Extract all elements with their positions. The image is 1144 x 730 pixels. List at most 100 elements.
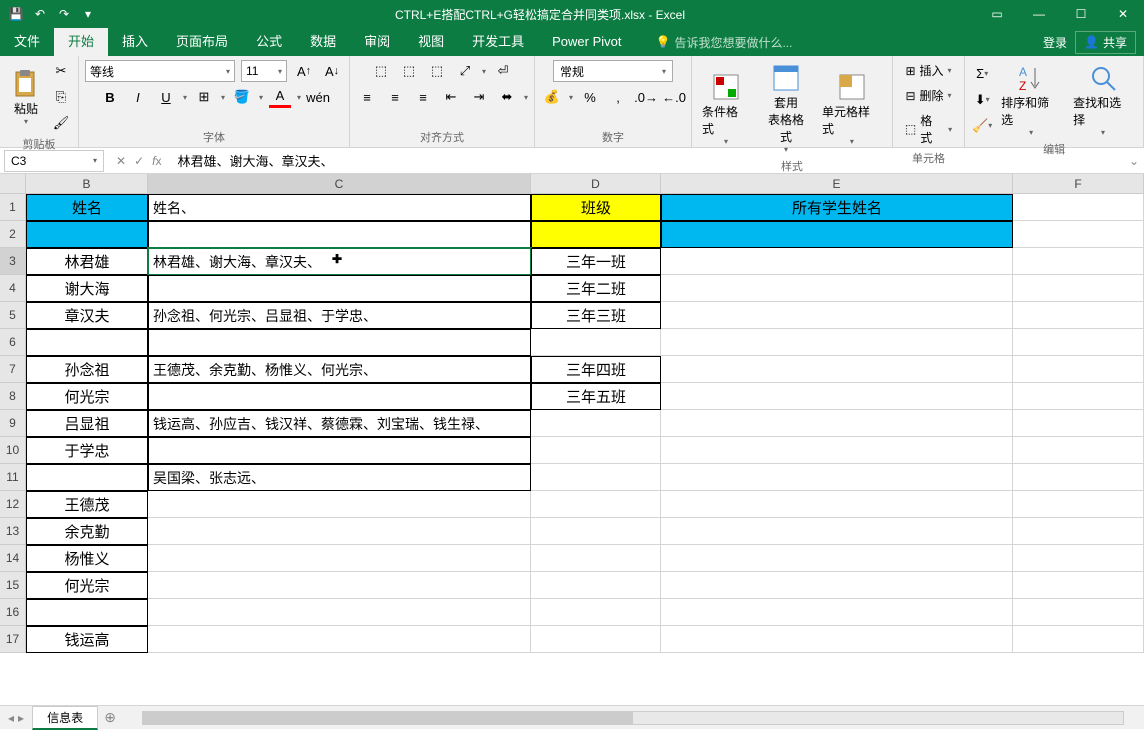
align-bottom-button[interactable]: ⬚ [426,60,448,82]
cell-e4[interactable] [661,275,1013,302]
tab-home[interactable]: 开始 [54,28,108,56]
ribbon-options-icon[interactable]: ▭ [976,0,1018,28]
row-header[interactable]: 2 [0,221,26,248]
cell-d13[interactable] [531,518,661,545]
tab-powerpivot[interactable]: Power Pivot [538,28,635,56]
delete-cells-button[interactable]: ⊟删除▾ [899,85,957,106]
save-icon[interactable]: 💾 [8,6,24,22]
cell-c4[interactable] [148,275,531,302]
cell-e5[interactable] [661,302,1013,329]
tab-data[interactable]: 数据 [296,28,350,56]
wrap-text-button[interactable]: ⏎ [492,60,514,82]
tab-insert[interactable]: 插入 [108,28,162,56]
align-center-button[interactable]: ≡ [384,86,406,108]
cell-b17[interactable]: 钱运高 [26,626,148,653]
row-header[interactable]: 9 [0,410,26,437]
cell-e10[interactable] [661,437,1013,464]
copy-button[interactable]: ⎘ [50,86,72,108]
row-header[interactable]: 6 [0,329,26,356]
cell-f7[interactable] [1013,356,1144,383]
font-size-combo[interactable]: 11▾ [241,60,287,82]
format-cells-button[interactable]: ⬚格式▾ [899,110,958,148]
cell-style-button[interactable]: 单元格样式▾ [818,69,886,148]
cell-e7[interactable] [661,356,1013,383]
cell-f6[interactable] [1013,329,1144,356]
cut-button[interactable]: ✂ [50,60,72,82]
cell-c16[interactable] [148,599,531,626]
cell-e11[interactable] [661,464,1013,491]
cancel-formula-icon[interactable]: ✕ [116,154,126,168]
cell-f17[interactable] [1013,626,1144,653]
cell-f13[interactable] [1013,518,1144,545]
cell-e3[interactable] [661,248,1013,275]
cell-d10[interactable] [531,437,661,464]
cell-f5[interactable] [1013,302,1144,329]
fill-color-button[interactable]: 🪣 [231,86,253,108]
cell-b15[interactable]: 何光宗 [26,572,148,599]
tab-file[interactable]: 文件 [0,28,54,56]
border-button[interactable]: ⊞ [193,86,215,108]
cell-e6[interactable] [661,329,1013,356]
insert-cells-button[interactable]: ⊞插入▾ [899,60,957,81]
cell-b16[interactable] [26,599,148,626]
cell-f15[interactable] [1013,572,1144,599]
maximize-button[interactable]: ☐ [1060,0,1102,28]
font-name-combo[interactable]: 等线▾ [85,60,235,82]
cell-c15[interactable] [148,572,531,599]
cell-c2[interactable] [148,221,531,248]
cell-b6[interactable] [26,329,148,356]
cell-d2[interactable] [531,221,661,248]
tab-layout[interactable]: 页面布局 [162,28,242,56]
underline-button[interactable]: U [155,86,177,108]
cell-b2[interactable] [26,221,148,248]
fill-button[interactable]: ⬇▾ [971,89,993,111]
table-format-button[interactable]: 套用 表格格式▾ [758,60,814,156]
cell-f11[interactable] [1013,464,1144,491]
cell-b7[interactable]: 孙念祖 [26,356,148,383]
cell-f9[interactable] [1013,410,1144,437]
col-header-c[interactable]: C [148,174,531,194]
cell-e13[interactable] [661,518,1013,545]
cell-f3[interactable] [1013,248,1144,275]
decrease-indent-button[interactable]: ⇤ [440,86,462,108]
row-header[interactable]: 5 [0,302,26,329]
percent-button[interactable]: % [579,86,601,108]
format-painter-button[interactable]: 🖌 [50,112,72,134]
row-header[interactable]: 7 [0,356,26,383]
cell-c6[interactable] [148,329,531,356]
align-top-button[interactable]: ⬚ [370,60,392,82]
cell-d8[interactable]: 三年五班 [531,383,661,410]
cell-b4[interactable]: 谢大海 [26,275,148,302]
enter-formula-icon[interactable]: ✓ [134,154,144,168]
cell-b14[interactable]: 杨惟义 [26,545,148,572]
cell-e15[interactable] [661,572,1013,599]
name-box[interactable]: C3▾ [4,150,104,172]
cell-f14[interactable] [1013,545,1144,572]
row-header[interactable]: 15 [0,572,26,599]
conditional-format-button[interactable]: 条件格式▾ [698,69,754,148]
sheet-nav-last-icon[interactable]: ▸ [18,711,24,725]
tab-formula[interactable]: 公式 [242,28,296,56]
comma-button[interactable]: , [607,86,629,108]
cell-e12[interactable] [661,491,1013,518]
cell-f2[interactable] [1013,221,1144,248]
cell-e2[interactable] [661,221,1013,248]
cell-d14[interactable] [531,545,661,572]
cell-c3[interactable]: 林君雄、谢大海、章汉夫、 [148,248,531,275]
close-button[interactable]: ✕ [1102,0,1144,28]
row-header[interactable]: 3 [0,248,26,275]
cell-d16[interactable] [531,599,661,626]
tab-view[interactable]: 视图 [404,28,458,56]
cell-e14[interactable] [661,545,1013,572]
align-left-button[interactable]: ≡ [356,86,378,108]
cell-f4[interactable] [1013,275,1144,302]
increase-indent-button[interactable]: ⇥ [468,86,490,108]
cell-b1[interactable]: 姓名 [26,194,148,221]
cell-f12[interactable] [1013,491,1144,518]
sheet-nav-first-icon[interactable]: ◂ [8,711,14,725]
increase-decimal-button[interactable]: .0→ [635,86,657,108]
cell-e17[interactable] [661,626,1013,653]
cell-c7[interactable]: 王德茂、余克勤、杨惟义、何光宗、 [148,356,531,383]
row-header[interactable]: 8 [0,383,26,410]
cell-d12[interactable] [531,491,661,518]
